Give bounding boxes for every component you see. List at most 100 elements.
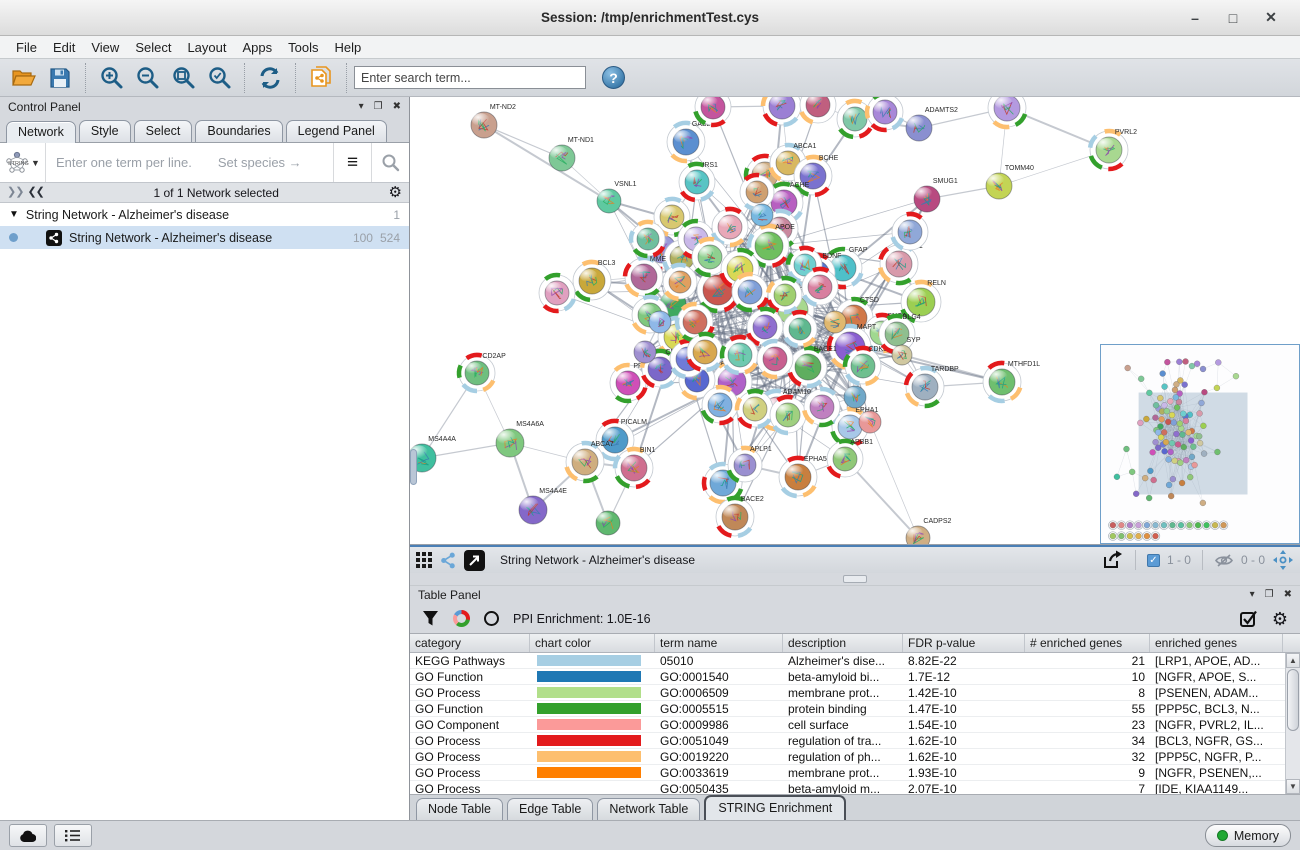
table-row[interactable]: GO FunctionGO:0001540beta-amyloid bi...1…	[410, 669, 1300, 685]
filter-icon[interactable]	[422, 610, 439, 627]
protein-node[interactable]	[737, 391, 773, 427]
collapse-all-icon[interactable]: ❯❯	[7, 190, 23, 196]
protein-node-cd2ap[interactable]: CD2AP	[459, 353, 506, 391]
protein-node-mt-nd2[interactable]: MT-ND2	[471, 104, 516, 138]
zoom-selected-button[interactable]	[201, 61, 237, 95]
memory-button[interactable]: Memory	[1205, 824, 1291, 847]
protein-node-mthfd1l[interactable]: MTHFD1L	[983, 361, 1040, 401]
protein-node[interactable]	[663, 265, 697, 299]
protein-node-tardbp[interactable]: TARDBP	[906, 366, 959, 406]
protein-node-pvrl2[interactable]: PVRL2	[1090, 129, 1137, 169]
scroll-up-arrow[interactable]: ▲	[1286, 653, 1300, 668]
protein-node[interactable]	[867, 97, 903, 130]
draw-charts-icon[interactable]	[453, 610, 470, 627]
network-canvas[interactable]: MT-ND2MT-ND1VSNL1GAB2ADAMTS2PVRL2TOMM40S…	[410, 97, 1300, 545]
open-session-button[interactable]	[6, 61, 42, 95]
table-row[interactable]: GO ProcessGO:0050435beta-amyloid m...2.0…	[410, 781, 1300, 794]
protein-node-apbb1[interactable]: APBB1	[827, 439, 873, 477]
protein-node[interactable]	[804, 389, 840, 425]
column-header-fdr-p-value[interactable]: FDR p-value	[903, 634, 1025, 652]
open-in-window-icon[interactable]	[464, 550, 485, 571]
tab-style[interactable]: Style	[79, 120, 131, 142]
menu-help[interactable]: Help	[327, 38, 370, 57]
import-network-button[interactable]	[303, 61, 339, 95]
tree-expander-icon[interactable]: ▼	[9, 209, 19, 220]
select-all-checkbox-icon[interactable]	[1240, 610, 1258, 628]
string-options-button[interactable]: ≡	[333, 143, 371, 182]
zoom-out-button[interactable]	[129, 61, 165, 95]
gear-icon[interactable]: ⚙	[389, 185, 402, 200]
tab-network[interactable]: Network	[6, 121, 76, 143]
protein-node[interactable]	[988, 97, 1026, 127]
table-row[interactable]: GO FunctionGO:0005515protein binding1.47…	[410, 701, 1300, 717]
protein-node[interactable]	[740, 175, 774, 209]
menu-view[interactable]: View	[83, 38, 127, 57]
protein-node[interactable]	[763, 97, 801, 125]
protein-node-mme[interactable]: MME	[625, 256, 667, 296]
help-button[interactable]: ?	[602, 66, 625, 89]
panel-menu-icon[interactable]: ▾	[359, 102, 364, 112]
close-button[interactable]: ✕	[1252, 9, 1290, 26]
scrollbar-thumb[interactable]	[1287, 669, 1299, 731]
protein-node-adamts2[interactable]: ADAMTS2	[906, 107, 958, 141]
protein-node[interactable]	[768, 278, 802, 312]
protein-node[interactable]	[800, 97, 836, 123]
tab-string-enrichment[interactable]: STRING Enrichment	[704, 795, 846, 820]
column-header--enriched-genes[interactable]: # enriched genes	[1025, 634, 1150, 652]
minimize-button[interactable]: –	[1176, 10, 1214, 26]
table-row[interactable]: GO ProcessGO:0033619membrane prot...1.93…	[410, 765, 1300, 781]
string-query-placeholder[interactable]: Enter one term per line.	[56, 155, 192, 170]
protein-node-tomm40[interactable]: TOMM40	[986, 165, 1034, 199]
protein-node[interactable]	[751, 204, 773, 226]
column-header-category[interactable]: category	[410, 634, 530, 652]
welcome-screen-button[interactable]	[9, 824, 47, 847]
panel-close-icon[interactable]: ✖	[1284, 590, 1292, 600]
protein-node-bcl3[interactable]: BCL3	[573, 260, 615, 300]
share-network-icon[interactable]	[440, 552, 457, 569]
protein-node[interactable]	[687, 334, 723, 370]
string-protein-query-selector[interactable]: STRING ▼	[0, 143, 46, 182]
tab-legend-panel[interactable]: Legend Panel	[286, 120, 387, 142]
protein-node-ms4a6a[interactable]: MS4A6A	[496, 421, 544, 457]
column-header-chart-color[interactable]: chart color	[530, 634, 655, 652]
protein-node-bace1[interactable]: BACE1	[789, 346, 837, 386]
protein-node[interactable]	[757, 341, 793, 377]
protein-node[interactable]	[722, 337, 758, 373]
tab-node-table[interactable]: Node Table	[416, 798, 503, 820]
protein-node[interactable]	[844, 386, 866, 408]
panel-menu-icon[interactable]: ▾	[1250, 590, 1255, 600]
column-header-description[interactable]: description	[783, 634, 903, 652]
selected-checkbox-icon[interactable]: ✓	[1147, 554, 1160, 567]
grid-view-icon[interactable]	[416, 552, 433, 569]
menu-layout[interactable]: Layout	[179, 38, 234, 57]
refresh-network-button[interactable]	[252, 61, 288, 95]
network-row[interactable]: String Network - Alzheimer's disease 100…	[0, 226, 409, 249]
protein-node-abca7[interactable]: ABCA7	[566, 441, 614, 481]
protein-node-vsnl1[interactable]: VSNL1	[597, 181, 637, 213]
protein-node[interactable]	[892, 214, 928, 250]
splitter-handle[interactable]	[410, 449, 417, 485]
protein-node[interactable]	[859, 411, 881, 433]
save-session-button[interactable]	[42, 61, 78, 95]
protein-node[interactable]	[824, 311, 846, 333]
maximize-button[interactable]: □	[1214, 10, 1252, 26]
protein-node[interactable]	[712, 209, 748, 245]
task-history-button[interactable]	[54, 824, 92, 847]
protein-node[interactable]	[634, 341, 656, 363]
panel-float-icon[interactable]: ❐	[374, 102, 383, 112]
table-row[interactable]: KEGG Pathways05010Alzheimer's dise...8.8…	[410, 653, 1300, 669]
tab-network-table[interactable]: Network Table	[597, 798, 700, 820]
protein-node[interactable]	[770, 397, 806, 433]
panel-splitter[interactable]	[410, 573, 1300, 586]
expand-all-icon[interactable]: ❮❮	[27, 190, 43, 196]
protein-node[interactable]	[631, 222, 665, 256]
protein-node-cadps2[interactable]: CADPS2	[906, 518, 952, 545]
protein-node[interactable]	[732, 274, 768, 310]
protein-node-irs1[interactable]: IRS1	[679, 162, 718, 200]
protein-node-aplp1[interactable]: APLP1	[728, 446, 772, 482]
table-row[interactable]: GO ProcessGO:0051049regulation of tra...…	[410, 733, 1300, 749]
tab-boundaries[interactable]: Boundaries	[195, 120, 282, 142]
protein-node[interactable]	[783, 312, 817, 346]
splitter-grip[interactable]	[843, 575, 867, 583]
protein-node-gab2[interactable]: GAB2	[667, 121, 711, 161]
